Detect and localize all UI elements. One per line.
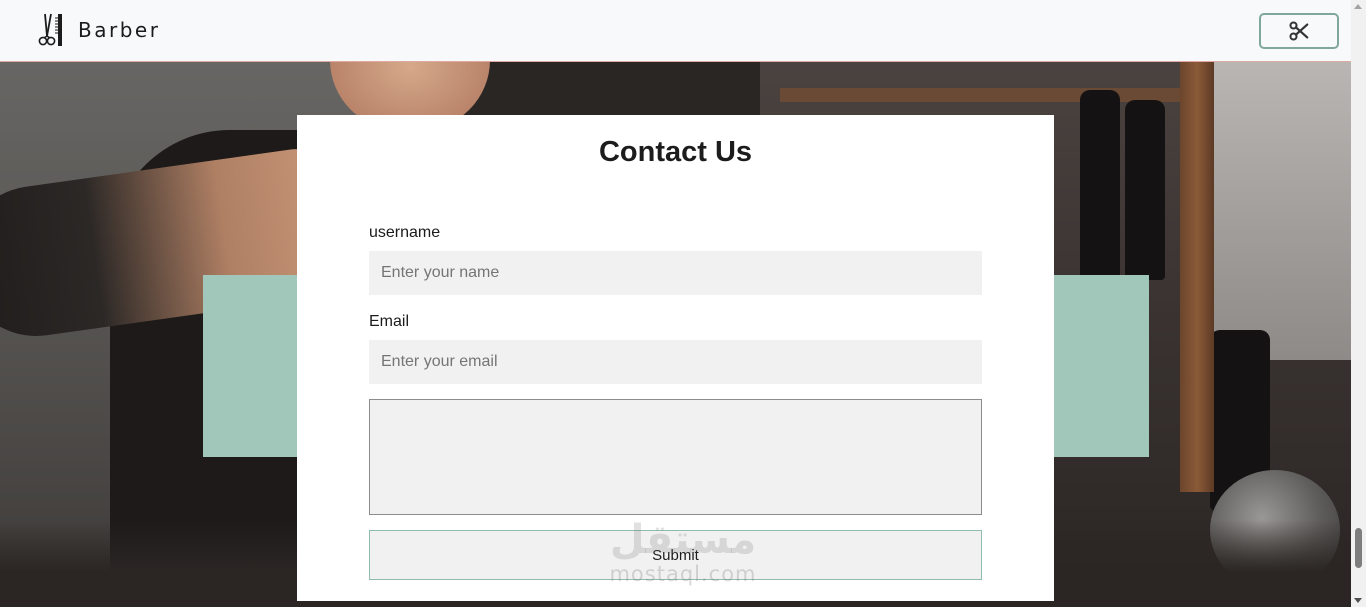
page: Barber Contact Us username Email Submit … (0, 0, 1366, 607)
brand-link[interactable]: Barber (38, 12, 160, 48)
email-input[interactable] (369, 340, 982, 384)
email-label: Email (369, 313, 410, 330)
username-label: username (369, 224, 441, 241)
scroll-down-arrow-icon[interactable] (1354, 598, 1362, 603)
page-scrollbar[interactable] (1351, 0, 1366, 607)
message-textarea[interactable] (369, 399, 982, 515)
submit-button[interactable]: Submit (369, 530, 982, 580)
bg-bottle (1080, 90, 1120, 290)
bg-wooden-post (1180, 62, 1214, 492)
barber-tools-icon (38, 13, 62, 46)
brand-name: Barber (78, 18, 161, 42)
username-input[interactable] (369, 251, 982, 295)
navbar: Barber (0, 0, 1351, 62)
contact-card: Contact Us username Email Submit (297, 115, 1054, 601)
bg-wall (1200, 60, 1366, 360)
scissors-icon (1289, 21, 1309, 41)
scroll-up-arrow-icon[interactable] (1354, 4, 1362, 9)
bg-bottle (1125, 100, 1165, 280)
page-title: Contact Us (598, 136, 753, 168)
scroll-thumb[interactable] (1355, 528, 1362, 568)
navbar-toggle-button[interactable] (1259, 13, 1339, 49)
